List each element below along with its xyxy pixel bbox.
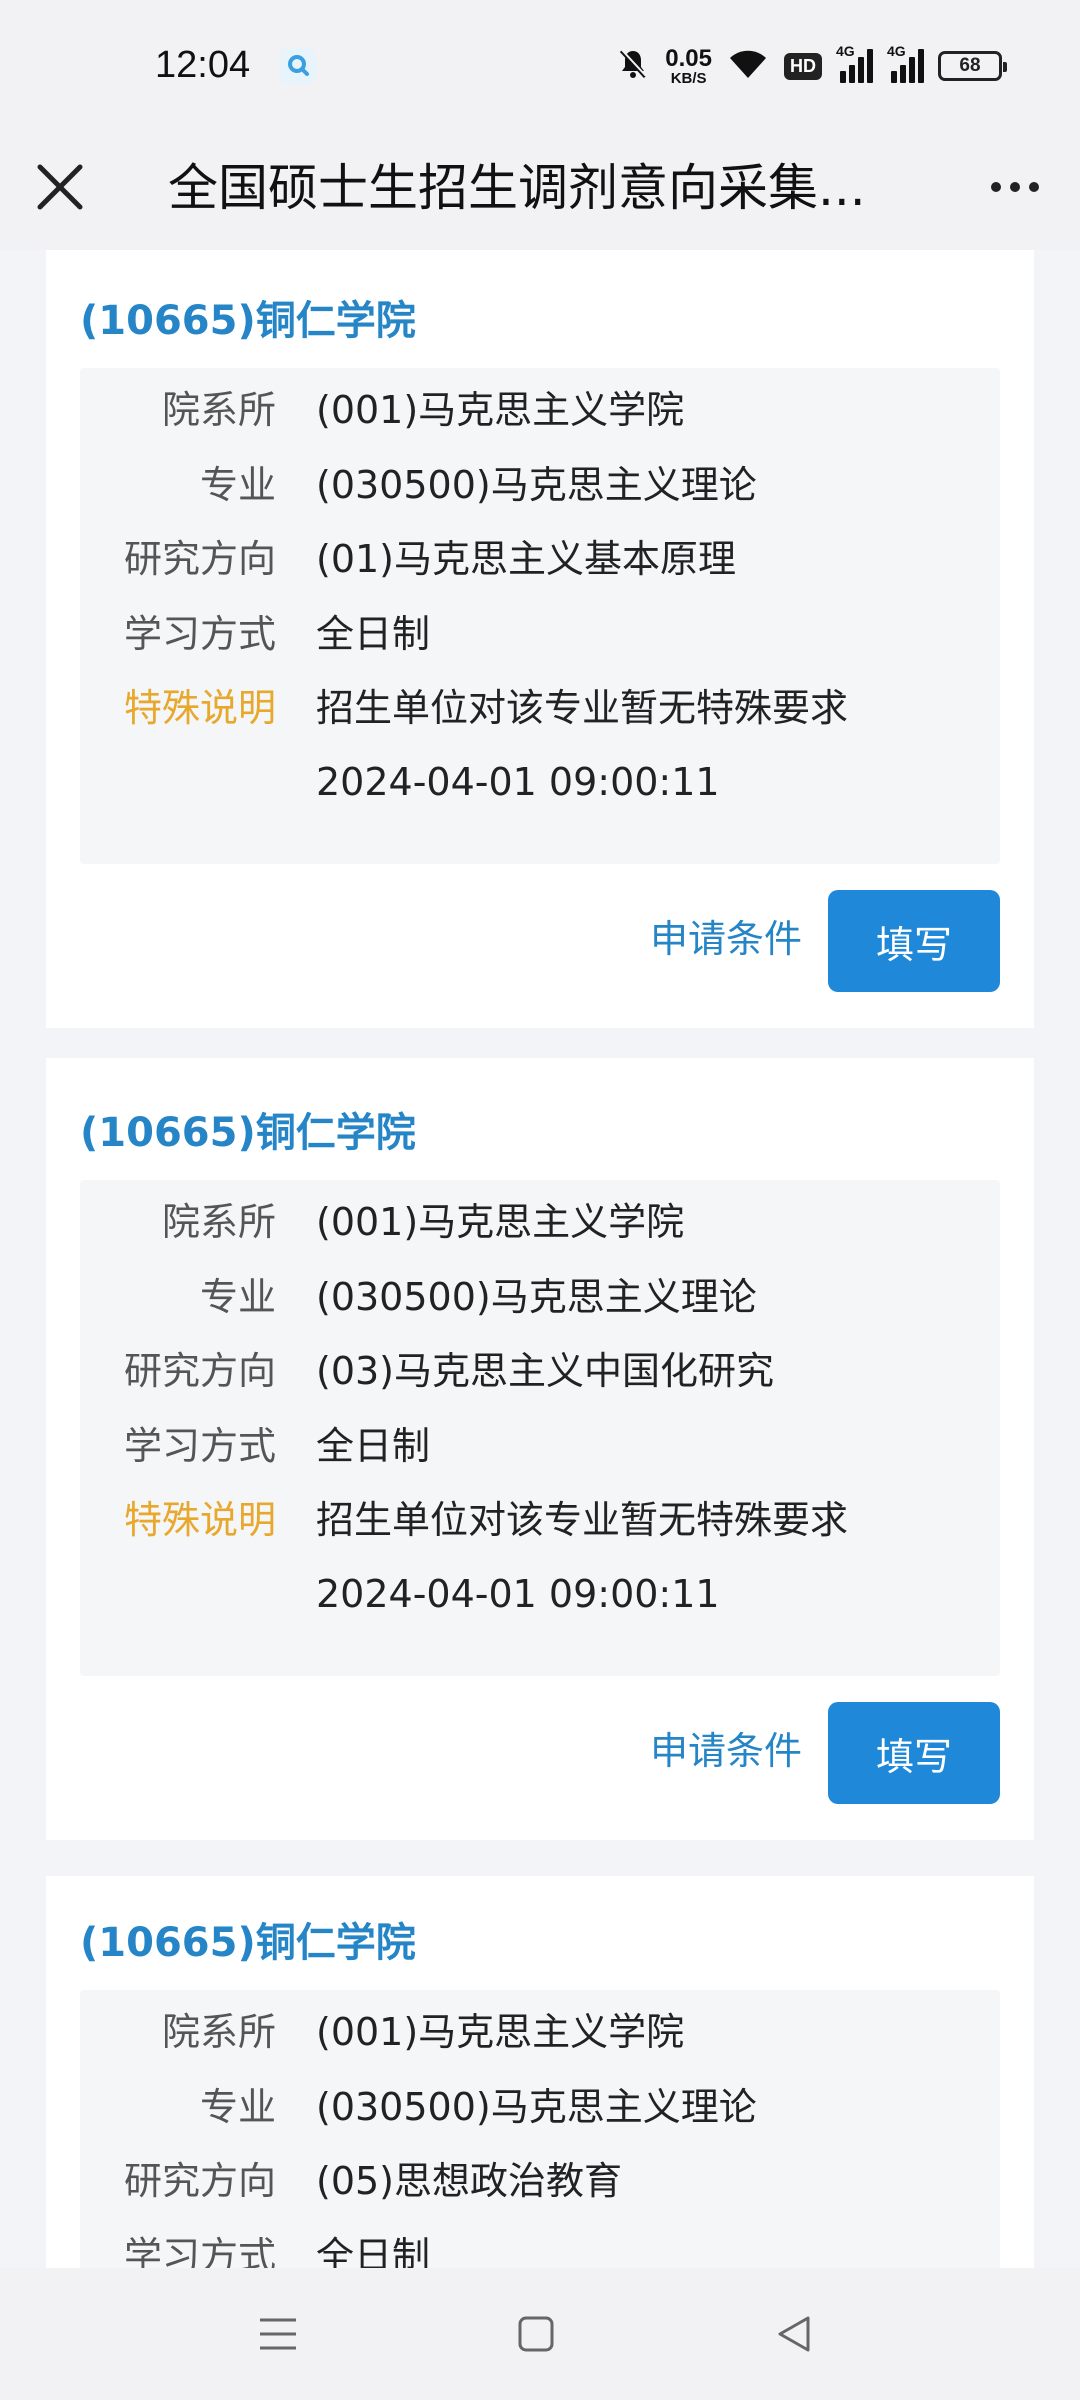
label-study-mode: 学习方式 bbox=[123, 2234, 276, 2268]
info-box: 院系所 (001)马克思主义学院 专业 (030500)马克思主义理论 研究方向 (0… bbox=[80, 1990, 1000, 2268]
label-department: 院系所 bbox=[161, 388, 276, 432]
program-card: (10665)铜仁学院 院系所 (001)马克思主义学院 专业 (030500)马克… bbox=[46, 250, 1034, 1028]
battery-level: 68 bbox=[959, 55, 981, 76]
signal-icon-2: 4G bbox=[887, 43, 924, 83]
apply-conditions-link[interactable]: 申请条件 bbox=[650, 889, 802, 989]
label-direction: 研究方向 bbox=[123, 537, 276, 581]
search-app-icon bbox=[280, 48, 316, 84]
value-special-note: 招生单位对该专业暂无特殊要求 bbox=[316, 1498, 849, 1542]
value-direction: (01)马克思主义基本原理 bbox=[316, 537, 737, 581]
school-name: (10665)铜仁学院 bbox=[80, 1920, 416, 1966]
value-major: (030500)马克思主义理论 bbox=[316, 463, 757, 507]
value-study-mode: 全日制 bbox=[316, 2234, 431, 2268]
mute-icon bbox=[615, 46, 651, 86]
program-card: (10665)铜仁学院 院系所 (001)马克思主义学院 专业 (030500)马克… bbox=[46, 1058, 1034, 1840]
content-list[interactable]: (10665)铜仁学院 院系所 (001)马克思主义学院 专业 (030500)马克… bbox=[0, 250, 1080, 2268]
system-nav-bar bbox=[0, 2268, 1080, 2400]
hd-badge: HD bbox=[784, 52, 822, 80]
battery-icon: 68 bbox=[938, 51, 1007, 81]
signal-label-2: 4G bbox=[887, 43, 906, 59]
more-icon[interactable] bbox=[980, 157, 1050, 217]
value-direction: (03)马克思主义中国化研究 bbox=[316, 1349, 775, 1393]
value-major: (030500)马克思主义理论 bbox=[316, 2085, 757, 2129]
page-title: 全国硕士生招生调剂意向采集... bbox=[168, 159, 866, 217]
value-department: (001)马克思主义学院 bbox=[316, 388, 685, 432]
status-icons: 0.05 KB/S HD 4G 4G 68 bbox=[615, 38, 1007, 94]
label-special-note: 特殊说明 bbox=[123, 1498, 276, 1542]
info-box: 院系所 (001)马克思主义学院 专业 (030500)马克思主义理论 研究方向 (0… bbox=[80, 1180, 1000, 1676]
school-name: (10665)铜仁学院 bbox=[80, 298, 416, 344]
value-department: (001)马克思主义学院 bbox=[316, 1200, 685, 1244]
label-study-mode: 学习方式 bbox=[123, 612, 276, 656]
timestamp: 2024-04-01 09:00:11 bbox=[316, 1572, 720, 1616]
label-major: 专业 bbox=[199, 2085, 276, 2129]
label-study-mode: 学习方式 bbox=[123, 1424, 276, 1468]
net-speed: 0.05 KB/S bbox=[665, 44, 712, 87]
label-direction: 研究方向 bbox=[123, 1349, 276, 1393]
value-major: (030500)马克思主义理论 bbox=[316, 1275, 757, 1319]
wifi-icon bbox=[726, 46, 770, 86]
label-major: 专业 bbox=[199, 463, 276, 507]
info-box: 院系所 (001)马克思主义学院 专业 (030500)马克思主义理论 研究方向 (0… bbox=[80, 368, 1000, 864]
timestamp: 2024-04-01 09:00:11 bbox=[316, 760, 720, 804]
net-speed-unit: KB/S bbox=[670, 69, 707, 87]
back-icon[interactable] bbox=[766, 2306, 822, 2362]
value-department: (001)马克思主义学院 bbox=[316, 2010, 685, 2054]
label-major: 专业 bbox=[199, 1275, 276, 1319]
program-card: (10665)铜仁学院 院系所 (001)马克思主义学院 专业 (030500)马克… bbox=[46, 1876, 1034, 2268]
value-study-mode: 全日制 bbox=[316, 1424, 431, 1468]
value-study-mode: 全日制 bbox=[316, 612, 431, 656]
fill-button[interactable]: 填写 bbox=[828, 1702, 1000, 1804]
label-special-note: 特殊说明 bbox=[123, 686, 276, 730]
value-special-note: 招生单位对该专业暂无特殊要求 bbox=[316, 686, 849, 730]
net-speed-value: 0.05 bbox=[665, 44, 712, 72]
apply-conditions-link[interactable]: 申请条件 bbox=[650, 1701, 802, 1801]
menu-icon[interactable] bbox=[250, 2306, 306, 2362]
status-bar: 12:04 0.05 KB/S HD 4G 4G 68 bbox=[0, 0, 1080, 135]
status-time: 12:04 bbox=[155, 44, 251, 86]
label-department: 院系所 bbox=[161, 2010, 276, 2054]
fill-button[interactable]: 填写 bbox=[828, 890, 1000, 992]
signal-icon: 4G bbox=[836, 43, 873, 83]
school-name: (10665)铜仁学院 bbox=[80, 1110, 416, 1156]
close-icon[interactable] bbox=[28, 155, 92, 219]
value-direction: (05)思想政治教育 bbox=[316, 2159, 623, 2203]
label-department: 院系所 bbox=[161, 1200, 276, 1244]
nav-header: 全国硕士生招生调剂意向采集... bbox=[0, 135, 1080, 250]
signal-label: 4G bbox=[836, 43, 855, 59]
label-direction: 研究方向 bbox=[123, 2159, 276, 2203]
home-icon[interactable] bbox=[508, 2306, 564, 2362]
